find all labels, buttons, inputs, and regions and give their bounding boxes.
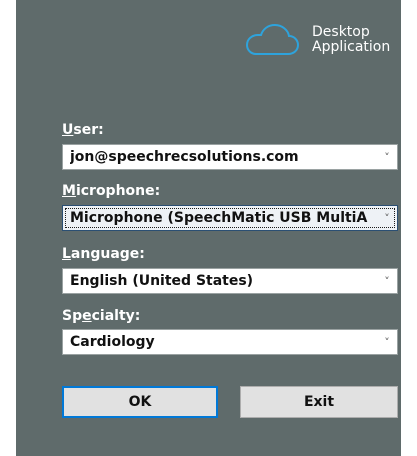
chevron-down-icon: ˅: [384, 335, 390, 349]
chevron-down-icon: ˅: [384, 211, 390, 225]
microphone-label-accel: M: [62, 183, 76, 199]
brand: Desktop Application: [244, 24, 390, 64]
user-select[interactable]: jon@speechrecsolutions.com ˅: [62, 144, 398, 170]
specialty-select-value: Cardiology: [70, 334, 155, 350]
language-select[interactable]: English (United States) ˅: [62, 268, 398, 294]
language-label-accel: L: [62, 246, 71, 262]
chevron-down-icon: ˅: [384, 150, 390, 164]
specialty-label-pre: Sp: [62, 308, 83, 324]
microphone-select[interactable]: Microphone (SpeechMatic USB MultiA ˅: [62, 205, 398, 231]
user-label: User:: [62, 122, 104, 138]
language-select-value: English (United States): [70, 273, 254, 289]
specialty-select[interactable]: Cardiology ˅: [62, 329, 398, 355]
brand-line2: Application: [312, 39, 391, 55]
specialty-label: Specialty:: [62, 308, 140, 324]
microphone-select-value: Microphone (SpeechMatic USB MultiA: [70, 210, 368, 226]
language-label-rest: anguage:: [70, 246, 145, 262]
brand-line1: Desktop: [312, 24, 370, 40]
exit-button[interactable]: Exit: [240, 386, 398, 418]
ok-button[interactable]: OK: [62, 386, 218, 418]
cloud-icon: [245, 24, 300, 55]
microphone-label: Microphone:: [62, 183, 160, 199]
language-label: Language:: [62, 246, 145, 262]
microphone-label-rest: icrophone:: [75, 183, 161, 199]
brand-text: Desktop Application: [312, 25, 390, 55]
user-label-rest: ser:: [73, 122, 104, 138]
user-label-accel: U: [62, 122, 74, 138]
user-select-value: jon@speechrecsolutions.com: [70, 149, 299, 165]
chevron-down-icon: ˅: [384, 274, 390, 288]
specialty-label-accel: e: [82, 308, 92, 324]
specialty-label-rest: cialty:: [91, 308, 141, 324]
